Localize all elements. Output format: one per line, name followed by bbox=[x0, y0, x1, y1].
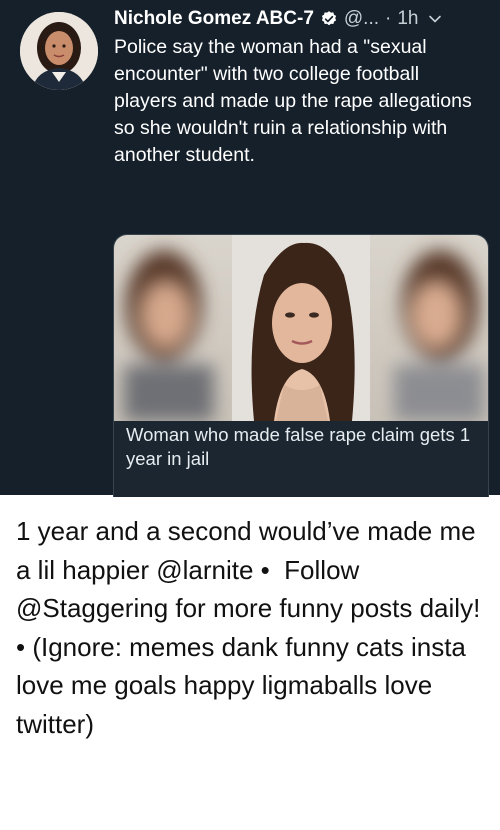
tweet-container: Nichole Gomez ABC-7 @... · 1h Police say… bbox=[0, 0, 500, 497]
dot-separator: · bbox=[385, 8, 392, 29]
avatar-image bbox=[20, 12, 98, 90]
verified-badge-icon bbox=[321, 11, 337, 26]
handle[interactable]: @... bbox=[344, 6, 379, 32]
timestamp[interactable]: 1h bbox=[397, 6, 418, 32]
link-card[interactable]: Woman who made false rape claim gets 1 y… bbox=[113, 234, 489, 497]
chevron-down-icon[interactable] bbox=[428, 12, 442, 26]
post-caption: 1 year and a second would’ve made me a l… bbox=[16, 516, 481, 739]
display-name[interactable]: Nichole Gomez ABC-7 bbox=[114, 6, 314, 32]
card-caption: Woman who made false rape claim gets 1 y… bbox=[126, 424, 471, 469]
tweet-text: Police say the woman had a "sexual encou… bbox=[114, 36, 472, 166]
avatar[interactable] bbox=[20, 12, 98, 90]
card-image bbox=[114, 235, 488, 421]
tweet-header: Nichole Gomez ABC-7 @... · 1h bbox=[114, 6, 490, 32]
